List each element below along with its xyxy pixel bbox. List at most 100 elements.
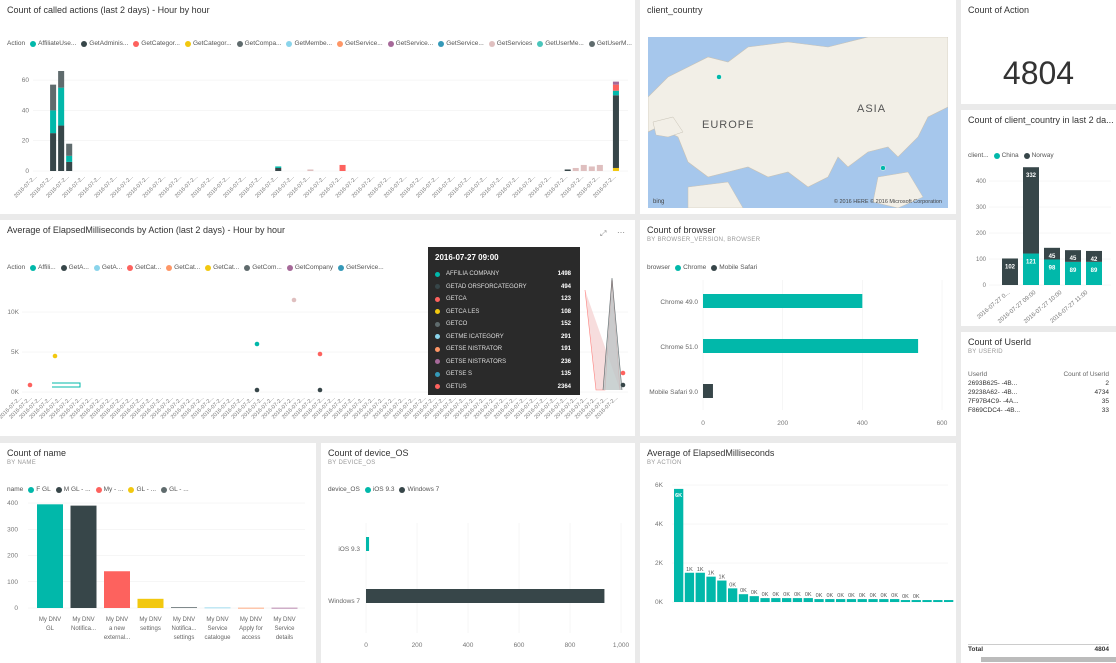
device-os-tile[interactable]: Count of device_OS BY DEVICE_OS device_O… xyxy=(321,443,635,663)
data-label: 121 xyxy=(1026,260,1037,266)
tooltip-dot-icon xyxy=(435,359,440,365)
data-point xyxy=(620,370,626,376)
x-tick-label: external... xyxy=(104,635,131,641)
data-label: 0K xyxy=(762,592,769,598)
bar-segment xyxy=(66,155,73,162)
country-chart[interactable]: 01002003004001021213329845894589422016-0… xyxy=(961,110,1116,326)
count-cell: 2 xyxy=(1105,380,1109,387)
data-label: 98 xyxy=(1049,266,1056,272)
data-label: 0K xyxy=(891,593,898,599)
browser-tile[interactable]: Count of browser BY BROWSER_VERSION, BRO… xyxy=(640,220,956,436)
total-label: Total xyxy=(968,645,984,653)
tooltip-row: GETSE NISTRATORS 236 xyxy=(435,356,573,369)
column-header-userid[interactable]: UserId xyxy=(968,371,987,378)
map-label-europe: EUROPE xyxy=(702,119,755,131)
called-actions-chart[interactable]: 02040602016-07-2...2016-07-2...2016-07-2… xyxy=(0,0,635,214)
data-point xyxy=(291,297,297,303)
x-tick-label: Notifica... xyxy=(71,626,96,632)
bar xyxy=(703,294,863,308)
tooltip-row: GETSE S 135 xyxy=(435,368,573,381)
userid-cell: 7F97B4C9- -4A... xyxy=(968,398,1019,405)
bar xyxy=(760,598,770,602)
y-tick-label: 40 xyxy=(22,107,30,114)
data-label: 0K xyxy=(740,588,747,594)
x-tick-label: My DNV xyxy=(106,617,128,623)
y-tick-label: 200 xyxy=(976,231,987,237)
y-tick-label: 300 xyxy=(7,526,18,533)
tooltip-label: GETCO xyxy=(446,321,468,328)
bar xyxy=(738,594,749,602)
table-row[interactable]: F869CDC4- -4B... 33 xyxy=(968,406,1109,415)
x-tick-label: details xyxy=(276,635,293,641)
bar xyxy=(204,607,231,609)
y-tick-label: iOS 9.3 xyxy=(338,546,360,553)
x-tick-label: settings xyxy=(140,626,161,632)
tooltip-value: 123 xyxy=(560,296,571,303)
data-label: 0K xyxy=(848,593,855,599)
y-tick-label: 400 xyxy=(976,179,987,185)
data-label: 0K xyxy=(805,592,812,598)
tooltip-dot-icon xyxy=(435,284,440,290)
tooltip-row: GETSE NISTRATOR 191 xyxy=(435,343,573,356)
x-tick-label: 0 xyxy=(364,642,368,649)
bar xyxy=(238,607,264,609)
data-label: 0K xyxy=(913,594,920,600)
y-tick-label: 0 xyxy=(983,283,987,289)
userid-table: UserId Count of UserId 2693B625- -4B... 2… xyxy=(968,370,1109,415)
x-tick-label: My DNV xyxy=(139,617,161,623)
count-cell: 35 xyxy=(1101,398,1109,405)
column-header-count[interactable]: Count of UserId xyxy=(1063,371,1109,378)
avg-elapsed-chart[interactable]: 0K2K4K6K6K1K 1K1K1K0K0K 0K 0K 0K 0K 0K 0K 0K 0K 0K… xyxy=(640,443,956,663)
userid-table-tile[interactable]: Count of UserId BY USERID UserId Count o… xyxy=(961,332,1116,663)
bar xyxy=(933,600,943,602)
country-chart-tile[interactable]: Count of client_country in last 2 da... … xyxy=(961,110,1116,326)
tooltip-dot-icon xyxy=(435,309,440,315)
tooltip-dot-icon xyxy=(435,384,440,390)
table-row[interactable]: 29238A62- -4B... 4734 xyxy=(968,388,1109,397)
y-tick-label: 5K xyxy=(11,349,20,356)
tooltip-title: 2016-07-27 09:00 xyxy=(435,253,499,262)
called-actions-tile[interactable]: Count of called actions (last 2 days) - … xyxy=(0,0,635,214)
bar xyxy=(846,599,857,602)
data-label: 0K xyxy=(783,592,790,598)
tooltip-value: 108 xyxy=(560,308,571,315)
x-tick-label: Service xyxy=(207,626,228,632)
data-label: 1K xyxy=(718,575,725,581)
x-tick-label: access xyxy=(242,635,261,641)
bar xyxy=(879,599,889,602)
table-header: UserId Count of UserId xyxy=(968,370,1109,379)
browser-chart[interactable]: 0 200 400 600 Chrome 49.0 Chrome 51.0 Mobile S… xyxy=(640,220,956,436)
bar xyxy=(674,488,684,602)
bar xyxy=(366,589,605,603)
y-tick-label: 2K xyxy=(655,560,664,567)
data-label: 45 xyxy=(1070,256,1077,262)
count-cell: 4734 xyxy=(1094,389,1109,396)
bar-segment xyxy=(58,71,65,88)
count-action-card[interactable]: Count of Action 4804 xyxy=(961,0,1116,104)
table-row[interactable]: 2693B625- -4B... 2 xyxy=(968,379,1109,388)
data-label: 45 xyxy=(1049,254,1056,260)
data-label: 89 xyxy=(1091,268,1098,274)
tooltip-value: 494 xyxy=(560,283,571,290)
bar xyxy=(366,537,370,551)
data-label: 0K xyxy=(729,582,736,588)
name-chart[interactable]: 0 100 200 300 400 My DNV GL My DNV Notifica... My… xyxy=(0,443,316,663)
y-tick-label: 0 xyxy=(25,168,29,175)
y-tick-label: 100 xyxy=(976,257,987,263)
bar xyxy=(825,599,835,602)
bar xyxy=(684,572,695,602)
tooltip-dot-icon xyxy=(435,271,440,277)
name-chart-tile[interactable]: Count of name BY NAME name F GL M GL - ..… xyxy=(0,443,316,663)
avg-elapsed-tile[interactable]: Average of ElapsedMilliseconds BY ACTION… xyxy=(640,443,956,663)
map-canvas[interactable]: EUROPE ASIA bing © 2016 HERE © 2016 Micr… xyxy=(648,37,948,208)
client-country-map-tile[interactable]: client_country EUROPE ASIA bing © 2016 H… xyxy=(640,0,956,214)
data-label: 0K xyxy=(837,593,844,599)
y-tick-label: Chrome 49.0 xyxy=(660,299,698,306)
horizontal-scrollbar[interactable] xyxy=(981,657,1116,662)
x-tick-label: a new xyxy=(109,626,126,632)
bar xyxy=(857,599,867,602)
data-point xyxy=(317,351,323,357)
tooltip-label: GETSE S xyxy=(446,371,473,378)
table-row[interactable]: 7F97B4C9- -4A... 35 xyxy=(968,397,1109,406)
device-os-chart[interactable]: 0 200 400 600 800 1,000 iOS 9.3 Windows 7 xyxy=(321,443,635,663)
